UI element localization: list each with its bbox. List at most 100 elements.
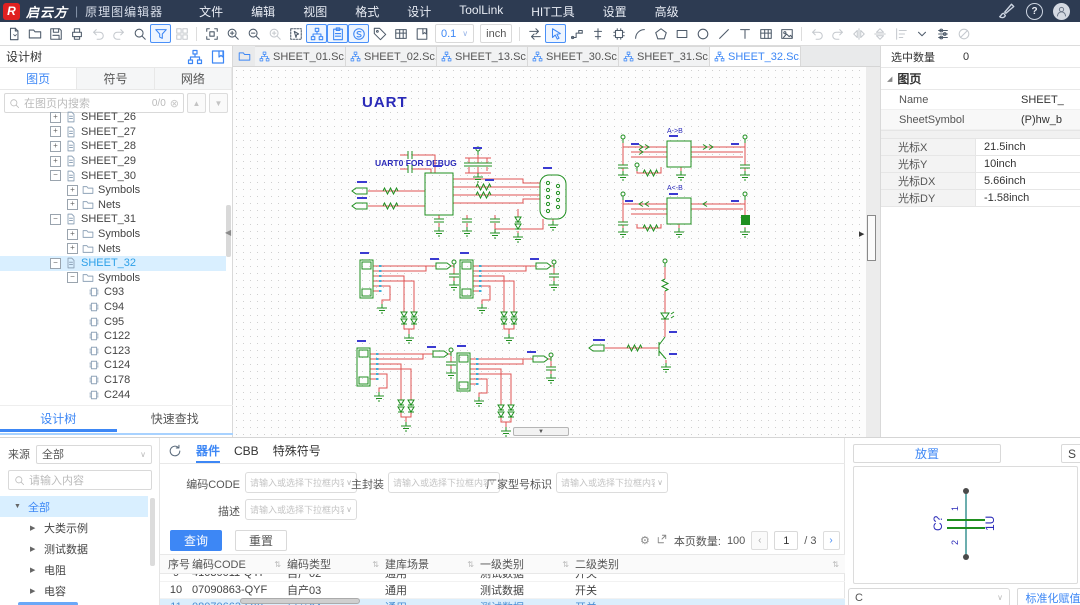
collapse-icon[interactable]: − bbox=[50, 170, 61, 181]
bottom-tab-design-tree[interactable]: 设计树 bbox=[0, 406, 117, 430]
s-button[interactable]: S bbox=[1061, 444, 1080, 463]
category-examples[interactable]: ▶大类示例 bbox=[0, 517, 148, 538]
line-tool-button[interactable] bbox=[713, 24, 734, 43]
fit-view-button[interactable] bbox=[201, 24, 222, 43]
refresh-icon[interactable] bbox=[168, 444, 182, 458]
pointer-tool-button[interactable] bbox=[545, 24, 566, 43]
menu-format[interactable]: 格式 bbox=[341, 3, 393, 20]
section-sheet[interactable]: ◢ 图页 bbox=[881, 68, 1080, 90]
category-search-input[interactable]: 请输入内容 bbox=[8, 470, 152, 490]
probe-tool-button[interactable] bbox=[587, 24, 608, 43]
tree-item-sheet31[interactable]: −SHEET_31 bbox=[0, 212, 226, 227]
menu-edit[interactable]: 编辑 bbox=[237, 3, 289, 20]
tree-item-nets[interactable]: +Nets bbox=[0, 198, 226, 213]
report-book-icon[interactable] bbox=[210, 49, 226, 65]
sheet-tab-32-active[interactable]: SHEET_32.Sc... bbox=[710, 46, 801, 66]
category-capacitor[interactable]: ▶电容 bbox=[0, 580, 148, 601]
expand-icon[interactable]: + bbox=[50, 112, 61, 123]
place-button[interactable]: 放置 bbox=[853, 444, 1001, 463]
tree-item-sheet32-selected[interactable]: −SHEET_32 bbox=[0, 256, 226, 271]
grid-size-select[interactable]: 0.1∨ bbox=[435, 24, 474, 43]
collapse-icon[interactable]: − bbox=[50, 258, 61, 269]
tree-item-sheet27[interactable]: +SHEET_27 bbox=[0, 125, 226, 140]
new-file-button[interactable] bbox=[3, 24, 24, 43]
arc-tool-button[interactable] bbox=[629, 24, 650, 43]
tab-symbols[interactable]: 符号 bbox=[77, 68, 154, 89]
category-resistor[interactable]: ▶电阻 bbox=[0, 559, 148, 580]
tree-item-symbols[interactable]: −Symbols bbox=[0, 271, 226, 286]
expand-icon[interactable]: + bbox=[67, 243, 78, 254]
menu-design[interactable]: 设计 bbox=[393, 3, 445, 20]
sheet-tab-13[interactable]: SHEET_13.Sc... bbox=[437, 46, 528, 66]
tree-item-nets[interactable]: +Nets bbox=[0, 241, 226, 256]
expand-icon[interactable]: + bbox=[67, 185, 78, 196]
tab-cbb[interactable]: CBB bbox=[234, 438, 259, 463]
sheet-tab-31[interactable]: SHEET_31.Sc... bbox=[619, 46, 710, 66]
sort-icon[interactable]: ⇅ bbox=[372, 560, 379, 569]
bottom-tab-quick-find[interactable]: 快速查找 bbox=[117, 406, 234, 430]
filter-desc-select[interactable]: 请输入或选择下拉框内容查询∨ bbox=[245, 499, 357, 520]
text-tool-button[interactable] bbox=[734, 24, 755, 43]
select-area-button[interactable] bbox=[285, 24, 306, 43]
save-button[interactable] bbox=[45, 24, 66, 43]
canvas-collapse-handle[interactable]: ▼ bbox=[513, 427, 569, 436]
tree-item-symbols[interactable]: +Symbols bbox=[0, 183, 226, 198]
polygon-tool-button[interactable] bbox=[650, 24, 671, 43]
tree-item-sheet30[interactable]: −SHEET_30 bbox=[0, 168, 226, 183]
standard-badge-button[interactable] bbox=[348, 24, 369, 43]
table-hscrollbar[interactable] bbox=[240, 598, 360, 604]
tree-item-c124[interactable]: C124 bbox=[0, 358, 226, 373]
prop-name-value[interactable]: SHEET_ bbox=[1021, 94, 1064, 106]
collapse-icon[interactable]: − bbox=[67, 272, 78, 283]
table-tool-button[interactable] bbox=[755, 24, 776, 43]
help-icon[interactable]: ? bbox=[1026, 3, 1043, 20]
print-button[interactable] bbox=[66, 24, 87, 43]
sort-icon[interactable]: ⇅ bbox=[274, 560, 281, 569]
reset-button[interactable]: 重置 bbox=[235, 530, 287, 551]
swap-wire-button[interactable] bbox=[524, 24, 545, 43]
user-avatar[interactable] bbox=[1053, 3, 1070, 20]
hierarchy-button[interactable] bbox=[306, 24, 327, 43]
canvas-vscrollbar[interactable] bbox=[867, 215, 876, 261]
expand-icon[interactable]: + bbox=[50, 141, 61, 152]
more-tools-chevron-icon[interactable] bbox=[911, 24, 932, 43]
sort-icon[interactable]: ⇅ bbox=[832, 560, 839, 569]
component-type-select[interactable]: C ∨ bbox=[848, 588, 1010, 605]
sort-icon[interactable]: ⇅ bbox=[562, 560, 569, 569]
preferences-sliders-button[interactable] bbox=[932, 24, 953, 43]
table-grid-button[interactable] bbox=[390, 24, 411, 43]
unit-select[interactable]: inch bbox=[480, 24, 512, 43]
net-tool-button[interactable] bbox=[566, 24, 587, 43]
tab-sheets[interactable]: 图页 bbox=[0, 68, 77, 89]
menu-file[interactable]: 文件 bbox=[185, 3, 237, 20]
clean-brush-icon[interactable] bbox=[998, 2, 1016, 20]
query-button[interactable]: 查询 bbox=[170, 530, 222, 551]
tree-structure-icon[interactable] bbox=[187, 49, 203, 65]
search-icon[interactable] bbox=[129, 24, 150, 43]
sheet-tab-30[interactable]: SHEET_30.Sc... bbox=[528, 46, 619, 66]
schematic-sheet[interactable]: UART UART0 FOR DEBUG A->B A<-B bbox=[233, 67, 866, 437]
open-file-button[interactable] bbox=[24, 24, 45, 43]
clear-search-icon[interactable]: ⊗ bbox=[170, 97, 179, 110]
table-row[interactable]: 941030011-QYF 自产02通用 测试数据开关 bbox=[160, 574, 845, 582]
tree-item-c123[interactable]: C123 bbox=[0, 344, 226, 359]
component-preview[interactable]: 1 2 C? 1U bbox=[853, 466, 1078, 584]
collapse-icon[interactable]: − bbox=[50, 214, 61, 225]
table-row[interactable]: 1007090863-QYF 自产03通用 测试数据开关 bbox=[160, 582, 845, 599]
filter-button[interactable] bbox=[150, 24, 171, 43]
tree-item-symbols[interactable]: +Symbols bbox=[0, 227, 226, 242]
category-test-data[interactable]: ▶测试数据 bbox=[0, 538, 148, 559]
tree-item-c122[interactable]: C122 bbox=[0, 329, 226, 344]
schematic-canvas[interactable]: UART UART0 FOR DEBUG A->B A<-B bbox=[233, 67, 880, 437]
export-icon[interactable] bbox=[656, 533, 668, 548]
part-tool-button[interactable] bbox=[608, 24, 629, 43]
expand-icon[interactable]: + bbox=[50, 156, 61, 167]
tree-item-c244[interactable]: C244 bbox=[0, 387, 226, 402]
prop-sheetsymbol-value[interactable]: (P)hw_b bbox=[1021, 114, 1062, 126]
tree-item-c95[interactable]: C95 bbox=[0, 314, 226, 329]
tree-item-sheet28[interactable]: +SHEET_28 bbox=[0, 139, 226, 154]
sheet-tab-02[interactable]: SHEET_02.Sc... bbox=[346, 46, 437, 66]
tab-nets[interactable]: 网络 bbox=[155, 68, 232, 89]
tab-special-symbols[interactable]: 特殊符号 bbox=[273, 438, 321, 463]
tab-components[interactable]: 器件 bbox=[196, 438, 220, 463]
